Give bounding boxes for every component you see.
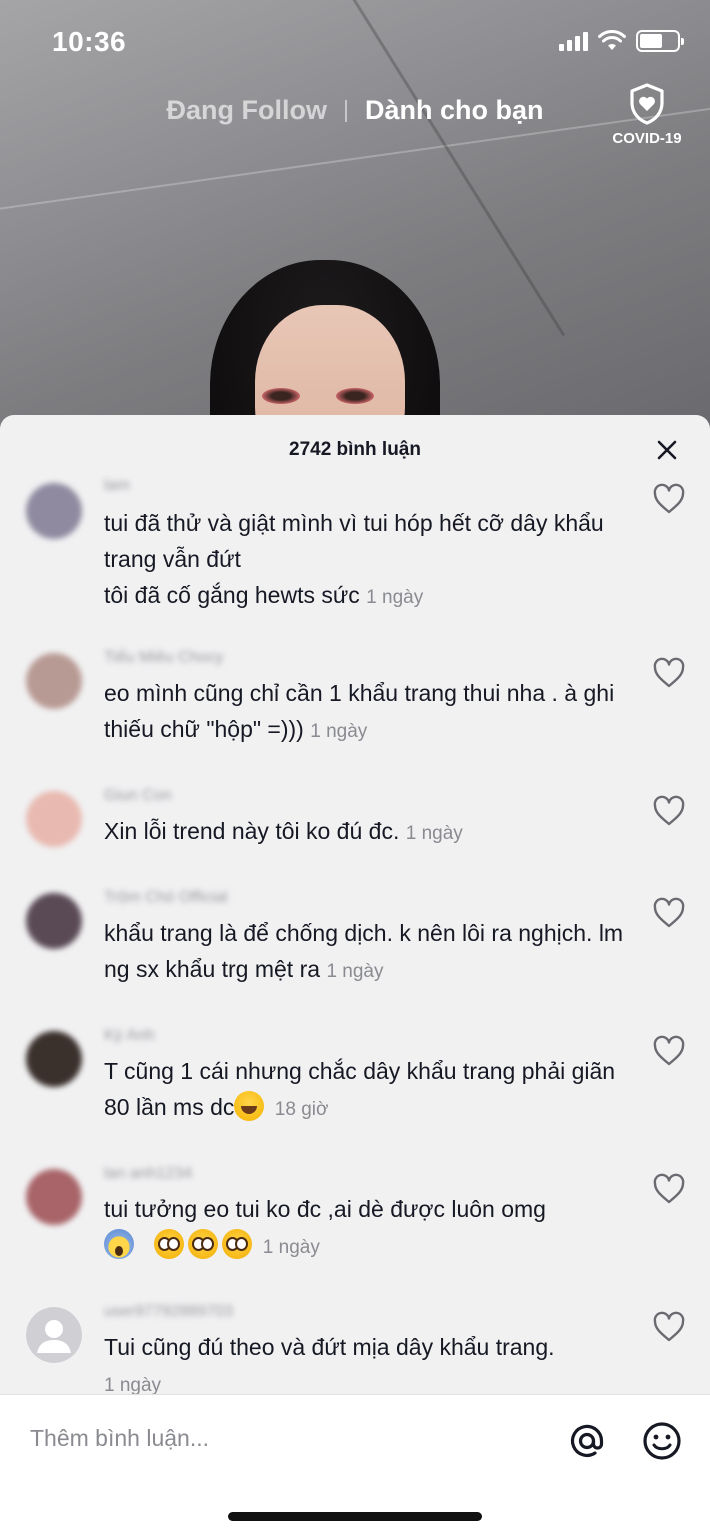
avatar[interactable] [26, 1169, 82, 1225]
comments-sheet: 2742 bình luận lam tui đã thử và giật mì… [0, 415, 710, 1537]
comment-text: Tui cũng đú theo và đứt mịa dây khẩu tra… [104, 1329, 634, 1395]
comment-username[interactable]: Kỳ Anh [104, 1027, 155, 1045]
comment-body: T cũng 1 cái nhưng chắc dây khẩu trang p… [104, 1058, 616, 1120]
heart-icon[interactable] [652, 795, 686, 827]
comment-text: tui đã thử và giật mình vì tui hóp hết c… [104, 505, 634, 616]
comment-username[interactable]: lam [104, 477, 130, 495]
comment-time: 1 ngày [262, 1237, 320, 1258]
feed-tabs: Đang Follow Dành cho bạn [0, 95, 710, 126]
video-person-eye-right [336, 388, 374, 404]
video-person-eye-left [262, 388, 300, 404]
comment-text: Xin lỗi trend này tôi ko đú đc. 1 ngày [104, 813, 634, 852]
avatar[interactable] [26, 1307, 82, 1363]
home-indicator [228, 1512, 482, 1521]
avatar[interactable] [26, 483, 82, 539]
comment-time: 1 ngày [310, 721, 368, 742]
comment-text: tui tưởng eo tui ko đc ,ai dè được luôn … [104, 1191, 634, 1266]
laughing-crying-emoji [234, 1091, 265, 1121]
comment-body: Tui cũng đú theo và đứt mịa dây khẩu tra… [104, 1334, 555, 1360]
comment-username[interactable]: lan anh1234 [104, 1165, 192, 1183]
tab-divider [344, 99, 347, 122]
tab-for-you[interactable]: Dành cho bạn [365, 95, 544, 126]
heart-icon[interactable] [652, 1035, 686, 1067]
avatar[interactable] [26, 791, 82, 847]
flushed-emoji [154, 1229, 185, 1259]
comment-time: 1 ngày [326, 961, 384, 982]
heart-icon[interactable] [652, 897, 686, 929]
flushed-emoji [188, 1229, 219, 1259]
comment-time: 18 giờ [274, 1099, 329, 1120]
comment-username[interactable]: Tiểu Miêu Chocy [104, 649, 223, 667]
flushed-emoji [222, 1229, 253, 1259]
tab-following[interactable]: Đang Follow [167, 95, 327, 126]
avatar[interactable] [26, 1031, 82, 1087]
battery-icon [636, 30, 684, 52]
heart-icon[interactable] [652, 1311, 686, 1343]
comments-header: 2742 bình luận [0, 415, 710, 483]
comment-text: khẩu trang là để chống dịch. k nên lôi r… [104, 915, 634, 990]
comment-text: T cũng 1 cái nhưng chắc dây khẩu trang p… [104, 1053, 634, 1128]
comment-body: tui tưởng eo tui ko đc ,ai dè được luôn … [104, 1196, 546, 1222]
heart-icon[interactable] [652, 483, 686, 515]
comment-input-bar [0, 1394, 710, 1537]
mention-icon[interactable] [566, 1420, 608, 1462]
wifi-icon [598, 30, 626, 50]
comment-list[interactable]: lam tui đã thử và giật mình vì tui hóp h… [0, 475, 710, 1395]
comment-body: Xin lỗi trend này tôi ko đú đc. [104, 818, 400, 844]
default-avatar-icon [26, 1307, 82, 1363]
comment-username[interactable]: user97792889703 [104, 1303, 233, 1321]
comment-count: 2742 bình luận [289, 439, 421, 460]
heart-icon[interactable] [652, 1173, 686, 1205]
comment-time: 1 ngày [405, 823, 463, 844]
emoji-icon[interactable] [641, 1420, 683, 1462]
comment-input[interactable] [30, 1421, 530, 1455]
shield-heart-icon [630, 83, 664, 125]
heart-icon[interactable] [652, 657, 686, 689]
avatar[interactable] [26, 653, 82, 709]
comment-time: 1 ngày [104, 1375, 162, 1395]
video-person-face [255, 305, 405, 430]
status-time: 10:36 [52, 26, 127, 57]
covid-button[interactable]: COVID-19 [610, 82, 684, 147]
comment-text: eo mình cũng chỉ cần 1 khẩu trang thui n… [104, 675, 634, 750]
close-icon [657, 440, 677, 460]
video-player[interactable] [0, 0, 710, 430]
screaming-emoji [104, 1229, 134, 1259]
comment-body: tui đã thử và giật mình vì tui hóp hết c… [104, 510, 604, 608]
avatar[interactable] [26, 893, 82, 949]
comment-time: 1 ngày [366, 587, 424, 608]
comment-username[interactable]: Giun Con [104, 787, 172, 805]
close-button[interactable] [652, 435, 682, 465]
covid-label: COVID-19 [612, 130, 682, 147]
cellular-signal-icon [559, 31, 588, 51]
comment-username[interactable]: Trộm Chó Official [104, 889, 228, 907]
status-icons [559, 30, 684, 52]
